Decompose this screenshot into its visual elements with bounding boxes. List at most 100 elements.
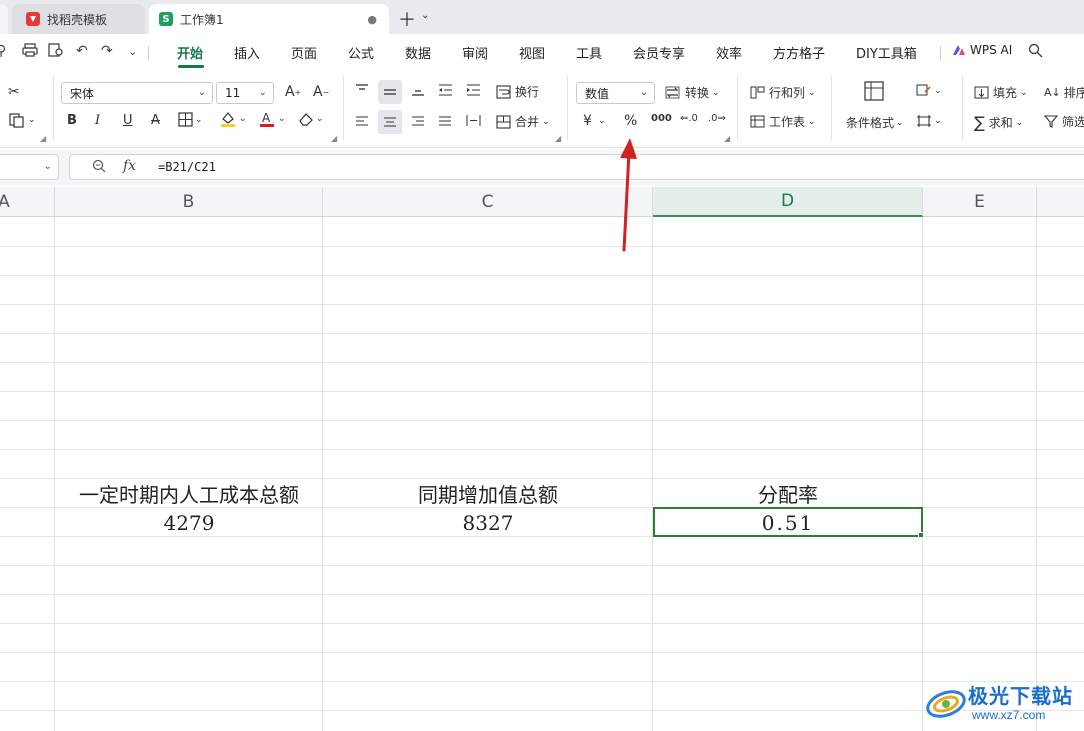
- formula-text[interactable]: =B21/C21: [158, 160, 216, 174]
- dialog-launcher-icon[interactable]: ◢: [331, 134, 337, 143]
- column-header-f[interactable]: [1037, 187, 1084, 217]
- sum-button[interactable]: ∑ 求和 ⌄: [974, 113, 1023, 132]
- menu-page[interactable]: 页面: [291, 43, 317, 62]
- tab-workbook[interactable]: S 工作簿1 ●: [149, 4, 389, 34]
- align-top-icon[interactable]: [355, 84, 369, 96]
- formula-input-area[interactable]: fx =B21/C21: [69, 154, 1084, 180]
- format-painter-icon[interactable]: ⌄: [8, 112, 36, 128]
- conditional-format-icon[interactable]: [863, 80, 885, 102]
- chevron-down-icon[interactable]: ⌄: [128, 45, 137, 58]
- fill-color-icon[interactable]: ⌄: [219, 110, 247, 128]
- menu-fangfang[interactable]: 方方格子: [773, 43, 825, 62]
- cut-icon[interactable]: ✂: [8, 84, 20, 100]
- spreadsheet-grid[interactable]: A B C D E 一定时期内人工成本总额 同期增加值总额 分配率 4279 8…: [0, 187, 1084, 731]
- increase-decimal-icon[interactable]: ⇐.0: [680, 113, 698, 124]
- menu-data[interactable]: 数据: [405, 43, 431, 62]
- new-tab-plus-icon[interactable]: ＋: [398, 6, 416, 32]
- dialog-launcher-icon[interactable]: ◢: [724, 134, 730, 143]
- distributed-icon[interactable]: [466, 114, 481, 127]
- filter-label: 筛选: [1062, 115, 1084, 129]
- tab-stub[interactable]: [0, 4, 8, 34]
- dialog-launcher-icon[interactable]: ◢: [40, 134, 46, 143]
- merge-button[interactable]: 合并 ⌄: [496, 113, 550, 130]
- chevron-down-icon[interactable]: ⌄: [421, 10, 429, 21]
- strikethrough-icon[interactable]: A: [151, 113, 160, 128]
- menu-efficiency[interactable]: 效率: [716, 43, 742, 62]
- cell-b21[interactable]: 4279: [55, 508, 323, 537]
- menu-view[interactable]: 视图: [519, 43, 545, 62]
- border-icon[interactable]: ⌄: [178, 112, 203, 127]
- cell-d20[interactable]: 分配率: [653, 479, 923, 508]
- font-color-icon[interactable]: A ⌄: [258, 110, 286, 128]
- column-header-a[interactable]: A: [0, 187, 55, 217]
- fill-button[interactable]: 填充 ⌄: [974, 84, 1028, 101]
- decrease-indent-icon[interactable]: [438, 84, 453, 97]
- rows-columns-button[interactable]: 行和列 ⌄: [750, 84, 816, 101]
- cell-c20[interactable]: 同期增加值总额: [323, 479, 653, 508]
- row-gridline: [0, 623, 1084, 624]
- print-preview-icon[interactable]: [48, 43, 64, 61]
- tab-docer-templates[interactable]: 找稻壳模板: [12, 4, 145, 34]
- print-icon[interactable]: [22, 43, 38, 61]
- row-gridline: [0, 710, 1084, 711]
- menu-tools[interactable]: 工具: [576, 43, 602, 62]
- font-name-value: 宋体: [70, 86, 95, 101]
- unsaved-dot-icon[interactable]: ●: [367, 13, 377, 26]
- column-header-b[interactable]: B: [55, 187, 323, 217]
- menu-review[interactable]: 审阅: [462, 43, 488, 62]
- dialog-launcher-icon[interactable]: ◢: [555, 134, 561, 143]
- fill-handle[interactable]: [918, 532, 924, 538]
- align-left-icon[interactable]: [355, 115, 369, 127]
- watermark-url: www.xz7.com: [972, 708, 1046, 722]
- column-header-c[interactable]: C: [323, 187, 653, 217]
- decrease-font-icon[interactable]: A −: [313, 84, 329, 100]
- increase-indent-icon[interactable]: [466, 84, 481, 97]
- chevron-down-icon: ⌄: [43, 161, 52, 172]
- worksheet-button[interactable]: 工作表 ⌄: [750, 113, 816, 130]
- filter-button[interactable]: 筛选: [1044, 113, 1084, 130]
- table-style-icon[interactable]: ⌄: [916, 114, 942, 128]
- menu-home[interactable]: 开始: [177, 43, 203, 62]
- decrease-decimal-icon[interactable]: .0⇒: [708, 113, 726, 124]
- menu-diy-toolbox[interactable]: DIY工具箱: [856, 43, 917, 62]
- align-bottom-icon[interactable]: [411, 84, 425, 96]
- underline-icon[interactable]: U: [123, 113, 133, 128]
- increase-font-icon[interactable]: A +: [285, 84, 301, 100]
- zoom-icon[interactable]: [92, 159, 106, 177]
- font-size-select[interactable]: 11 ⌄: [216, 82, 274, 104]
- cell-c21[interactable]: 8327: [323, 508, 653, 537]
- sort-button[interactable]: A↓ 排序: [1044, 84, 1084, 101]
- docer-icon: [26, 12, 40, 26]
- font-name-select[interactable]: 宋体 ⌄: [61, 82, 213, 104]
- convert-button[interactable]: 转换 ⌄: [665, 84, 720, 101]
- search-icon[interactable]: [1028, 43, 1043, 62]
- wps-ai-button[interactable]: WPS AI: [952, 43, 1012, 57]
- bold-icon[interactable]: B: [67, 113, 77, 128]
- align-right-icon[interactable]: [411, 115, 425, 127]
- name-box[interactable]: ⌄: [0, 154, 59, 180]
- undo-icon[interactable]: ↶: [76, 43, 88, 59]
- thousands-separator-icon[interactable]: 000: [651, 113, 672, 124]
- redo-icon[interactable]: ↷: [101, 43, 113, 59]
- italic-icon[interactable]: I: [95, 113, 100, 128]
- conditional-format-button[interactable]: 条件格式 ⌄: [846, 114, 904, 131]
- percent-button[interactable]: %: [624, 113, 637, 129]
- cell-style-icon[interactable]: ⌄: [916, 84, 942, 98]
- toolbar-icon[interactable]: ⚲: [0, 43, 6, 59]
- eraser-icon[interactable]: ⌄: [298, 112, 324, 126]
- number-format-select[interactable]: 数值 ⌄: [576, 82, 655, 104]
- menu-member[interactable]: 会员专享: [633, 43, 685, 62]
- wrap-text-button[interactable]: 换行: [496, 83, 539, 100]
- justify-icon[interactable]: [438, 115, 452, 127]
- fx-icon[interactable]: fx: [123, 158, 136, 174]
- align-center-icon[interactable]: [378, 110, 402, 134]
- cell-b20[interactable]: 一定时期内人工成本总额: [55, 479, 323, 508]
- column-header-e[interactable]: E: [923, 187, 1037, 217]
- menu-insert[interactable]: 插入: [234, 43, 260, 62]
- column-gridline: [1036, 217, 1037, 731]
- formula-bar: ⌄ fx =B21/C21: [0, 150, 1084, 186]
- menu-formulas[interactable]: 公式: [348, 43, 374, 62]
- align-middle-icon[interactable]: [378, 80, 402, 104]
- column-header-d[interactable]: D: [653, 187, 923, 217]
- currency-icon[interactable]: ¥ ⌄: [583, 113, 605, 129]
